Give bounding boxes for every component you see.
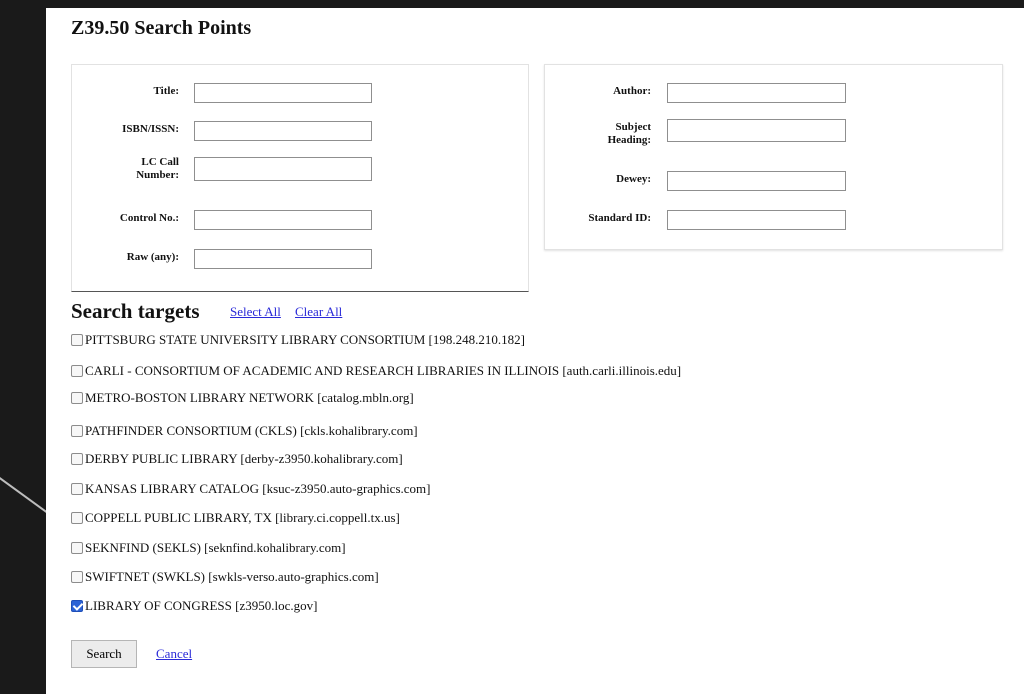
target-item[interactable]: CARLI - CONSORTIUM OF ACADEMIC AND RESEA…	[71, 361, 681, 381]
target-label: SWIFTNET (SWKLS) [swkls-verso.auto-graph…	[85, 569, 379, 584]
target-checkbox[interactable]	[71, 365, 83, 377]
target-checkbox[interactable]	[71, 571, 83, 583]
title-label: Title:	[153, 85, 179, 97]
author-label: Author:	[613, 85, 651, 97]
target-checkbox[interactable]	[71, 453, 83, 465]
lc-call-number-label: LC Call Number:	[136, 156, 179, 181]
target-label: COPPELL PUBLIC LIBRARY, TX [library.ci.c…	[85, 510, 400, 525]
lc-call-number-row: LC Call Number:	[72, 155, 528, 185]
z3950-search-page: Z39.50 Search Points Title: ISBN/ISSN: L…	[46, 8, 1024, 694]
search-points-right-panel: Author: Subject Heading: Dewey: Standard…	[544, 64, 1003, 250]
target-checkbox[interactable]	[71, 392, 83, 404]
author-row: Author:	[545, 81, 1002, 111]
target-label: METRO-BOSTON LIBRARY NETWORK [catalog.mb…	[85, 390, 414, 405]
target-item[interactable]: PATHFINDER CONSORTIUM (CKLS) [ckls.kohal…	[71, 421, 418, 441]
target-item[interactable]: DERBY PUBLIC LIBRARY [derby-z3950.kohali…	[71, 449, 403, 469]
dewey-input[interactable]	[667, 171, 846, 191]
target-checkbox[interactable]	[71, 542, 83, 554]
search-button[interactable]: Search	[71, 640, 137, 668]
dewey-row: Dewey:	[545, 169, 1002, 199]
target-item[interactable]: LIBRARY OF CONGRESS [z3950.loc.gov]	[71, 596, 317, 616]
target-item[interactable]: KANSAS LIBRARY CATALOG [ksuc-z3950.auto-…	[71, 479, 430, 499]
subject-heading-row: Subject Heading:	[545, 117, 1002, 147]
control-no-row: Control No.:	[72, 208, 528, 238]
lc-call-number-input[interactable]	[194, 157, 372, 181]
target-label: PITTSBURG STATE UNIVERSITY LIBRARY CONSO…	[85, 332, 525, 347]
title-input[interactable]	[194, 83, 372, 103]
author-input[interactable]	[667, 83, 846, 103]
raw-any-row: Raw (any):	[72, 247, 528, 277]
subject-heading-label: Subject Heading:	[607, 121, 651, 146]
target-item[interactable]: PITTSBURG STATE UNIVERSITY LIBRARY CONSO…	[71, 330, 525, 350]
target-label: DERBY PUBLIC LIBRARY [derby-z3950.kohali…	[85, 451, 403, 466]
standard-id-input[interactable]	[667, 210, 846, 230]
control-no-input[interactable]	[194, 210, 372, 230]
target-item[interactable]: METRO-BOSTON LIBRARY NETWORK [catalog.mb…	[71, 388, 414, 408]
isbn-issn-label: ISBN/ISSN:	[122, 123, 179, 135]
search-targets-heading: Search targets	[71, 299, 200, 323]
isbn-issn-row: ISBN/ISSN:	[72, 119, 528, 149]
target-checkbox-checked[interactable]	[71, 600, 83, 612]
select-all-link[interactable]: Select All	[230, 304, 281, 320]
dewey-label: Dewey:	[616, 173, 651, 185]
standard-id-row: Standard ID:	[545, 208, 1002, 238]
target-item[interactable]: SWIFTNET (SWKLS) [swkls-verso.auto-graph…	[71, 567, 379, 587]
standard-id-label: Standard ID:	[588, 212, 651, 224]
target-label: SEKNFIND (SEKLS) [seknfind.kohalibrary.c…	[85, 540, 346, 555]
subject-heading-input[interactable]	[667, 119, 846, 142]
page-title: Z39.50 Search Points	[71, 17, 252, 39]
target-checkbox[interactable]	[71, 334, 83, 346]
cancel-link[interactable]: Cancel	[156, 646, 192, 662]
target-checkbox[interactable]	[71, 512, 83, 524]
title-row: Title:	[72, 81, 528, 111]
raw-any-label: Raw (any):	[126, 251, 179, 263]
target-checkbox[interactable]	[71, 483, 83, 495]
isbn-issn-input[interactable]	[194, 121, 372, 141]
target-label: PATHFINDER CONSORTIUM (CKLS) [ckls.kohal…	[85, 423, 418, 438]
clear-all-link[interactable]: Clear All	[295, 304, 342, 320]
control-no-label: Control No.:	[119, 212, 179, 224]
target-label: LIBRARY OF CONGRESS [z3950.loc.gov]	[85, 598, 318, 613]
target-label: CARLI - CONSORTIUM OF ACADEMIC AND RESEA…	[85, 363, 682, 378]
target-item[interactable]: COPPELL PUBLIC LIBRARY, TX [library.ci.c…	[71, 508, 400, 528]
search-points-left-panel: Title: ISBN/ISSN: LC Call Number: Contro…	[71, 64, 529, 292]
target-item[interactable]: SEKNFIND (SEKLS) [seknfind.kohalibrary.c…	[71, 538, 346, 558]
raw-any-input[interactable]	[194, 249, 372, 269]
target-checkbox[interactable]	[71, 425, 83, 437]
target-label: KANSAS LIBRARY CATALOG [ksuc-z3950.auto-…	[85, 481, 431, 496]
